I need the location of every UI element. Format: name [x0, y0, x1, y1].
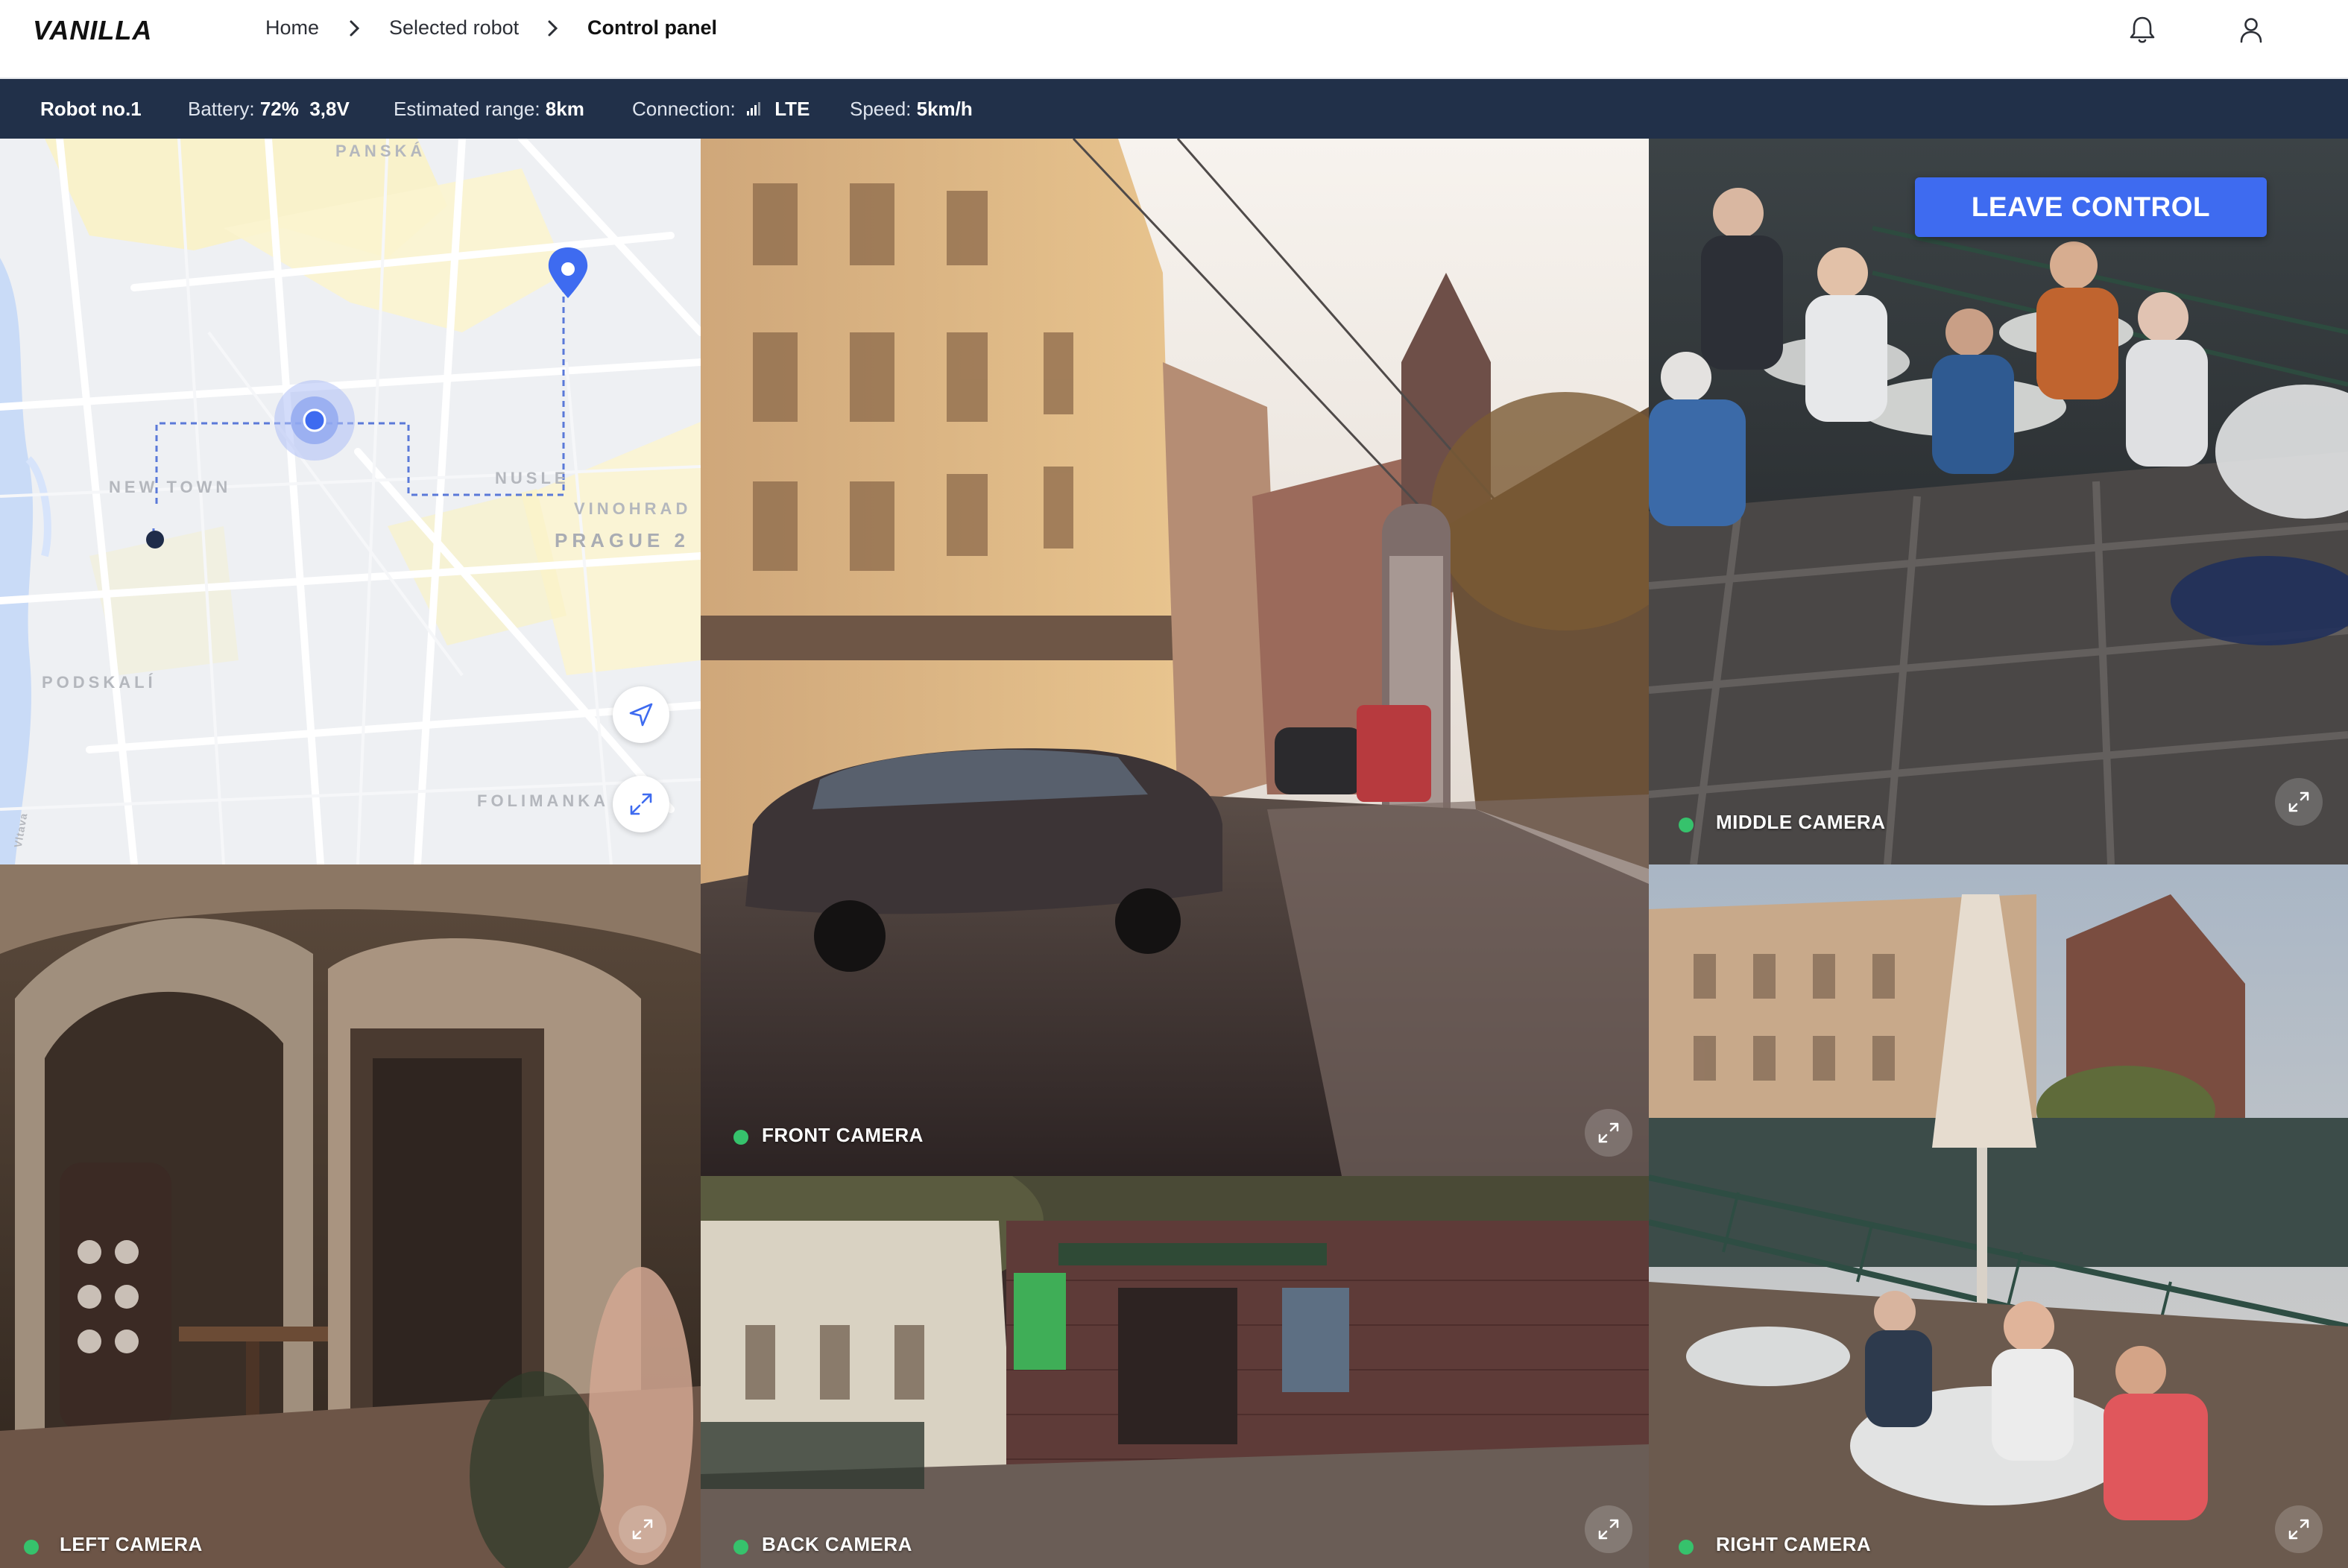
- range-status: Estimated range: 8km: [394, 98, 584, 121]
- back-camera-expand-button[interactable]: [1585, 1505, 1632, 1553]
- connection-status: Connection: LTE: [632, 98, 810, 121]
- front-camera-label: FRONT CAMERA: [762, 1124, 924, 1146]
- user-icon[interactable]: [2235, 13, 2267, 46]
- front-camera-image: [701, 139, 1649, 1176]
- left-camera-image: [0, 864, 701, 1568]
- robot-location-marker: [303, 408, 326, 432]
- back-camera-feed[interactable]: BACK CAMERA: [701, 1176, 1649, 1568]
- front-camera-feed[interactable]: FRONT CAMERA: [701, 139, 1649, 1176]
- left-camera-label: LEFT CAMERA: [60, 1533, 203, 1555]
- map-expand-button[interactable]: [613, 776, 669, 832]
- right-camera-feed[interactable]: RIGHT CAMERA: [1649, 864, 2348, 1568]
- back-camera-image: [701, 1176, 1649, 1568]
- map-label-panska: PANSKÁ: [335, 142, 426, 160]
- right-camera-expand-button[interactable]: [2275, 1505, 2323, 1553]
- breadcrumb-control-panel: Control panel: [587, 16, 717, 39]
- route-start-point: [146, 531, 164, 549]
- range-value: 8km: [545, 98, 584, 120]
- expand-icon: [1598, 1122, 1619, 1143]
- back-camera-status-dot: [733, 1540, 748, 1555]
- map-label-vinohrad: VINOHRAD: [574, 499, 692, 518]
- navigation-arrow-icon: [629, 703, 653, 727]
- back-camera-label: BACK CAMERA: [762, 1533, 912, 1555]
- speed-label: Speed:: [850, 98, 912, 120]
- front-camera-status-dot: [733, 1130, 748, 1145]
- right-camera-label: RIGHT CAMERA: [1716, 1533, 1872, 1555]
- battery-label: Battery:: [188, 98, 255, 120]
- left-camera-expand-button[interactable]: [619, 1505, 666, 1553]
- expand-icon: [2288, 791, 2309, 812]
- expand-icon: [2288, 1519, 2309, 1540]
- robot-status-bar: Robot no.1 Battery: 72% 3,8V Estimated r…: [0, 79, 2348, 139]
- map-label-nusle: NUSLE: [495, 469, 569, 487]
- middle-camera-image: [1649, 139, 2348, 864]
- signal-icon: [747, 102, 760, 116]
- robot-name: Robot no.1: [40, 98, 142, 120]
- breadcrumb-selected-robot[interactable]: Selected robot: [389, 16, 519, 39]
- map-label-podskali: PODSKALÍ: [42, 673, 157, 692]
- chevron-right-icon: [350, 20, 360, 37]
- speed-value: 5km/h: [916, 98, 973, 120]
- right-camera-status-dot: [1679, 1540, 1694, 1555]
- leave-control-button[interactable]: LEAVE CONTROL: [1915, 177, 2267, 237]
- expand-icon: [1598, 1519, 1619, 1540]
- chevron-right-icon: [548, 20, 558, 37]
- map-label-folimanka: FOLIMANKA: [477, 791, 609, 810]
- battery-value: 72% 3,8V: [259, 98, 350, 120]
- left-camera-feed[interactable]: LEFT CAMERA: [0, 864, 701, 1568]
- locate-robot-button[interactable]: [613, 686, 669, 743]
- map-panel[interactable]: PANSKÁ NEW TOWN NUSLE VINOHRAD PRAGUE 2 …: [0, 139, 701, 864]
- top-navigation: VANILLA Home Selected robot Control pane…: [0, 0, 2348, 79]
- breadcrumb-home[interactable]: Home: [265, 16, 319, 39]
- middle-camera-expand-button[interactable]: [2275, 778, 2323, 826]
- battery-status: Battery: 72% 3,8V: [188, 98, 350, 121]
- middle-camera-status-dot: [1679, 818, 1694, 832]
- speed-status: Speed: 5km/h: [850, 98, 973, 121]
- right-camera-image: [1649, 864, 2348, 1568]
- front-camera-expand-button[interactable]: [1585, 1109, 1632, 1157]
- range-label: Estimated range:: [394, 98, 540, 120]
- map-label-prague2: PRAGUE 2: [555, 529, 689, 551]
- middle-camera-feed[interactable]: MIDDLE CAMERA: [1649, 139, 2348, 864]
- left-camera-status-dot: [24, 1540, 39, 1555]
- connection-value: LTE: [774, 98, 810, 120]
- middle-camera-label: MIDDLE CAMERA: [1716, 811, 1886, 833]
- bell-icon[interactable]: [2126, 13, 2159, 46]
- app-logo[interactable]: VANILLA: [33, 15, 152, 46]
- expand-icon: [630, 793, 652, 815]
- connection-label: Connection:: [632, 98, 736, 120]
- expand-icon: [632, 1519, 653, 1540]
- map-label-new-town: NEW TOWN: [109, 478, 232, 496]
